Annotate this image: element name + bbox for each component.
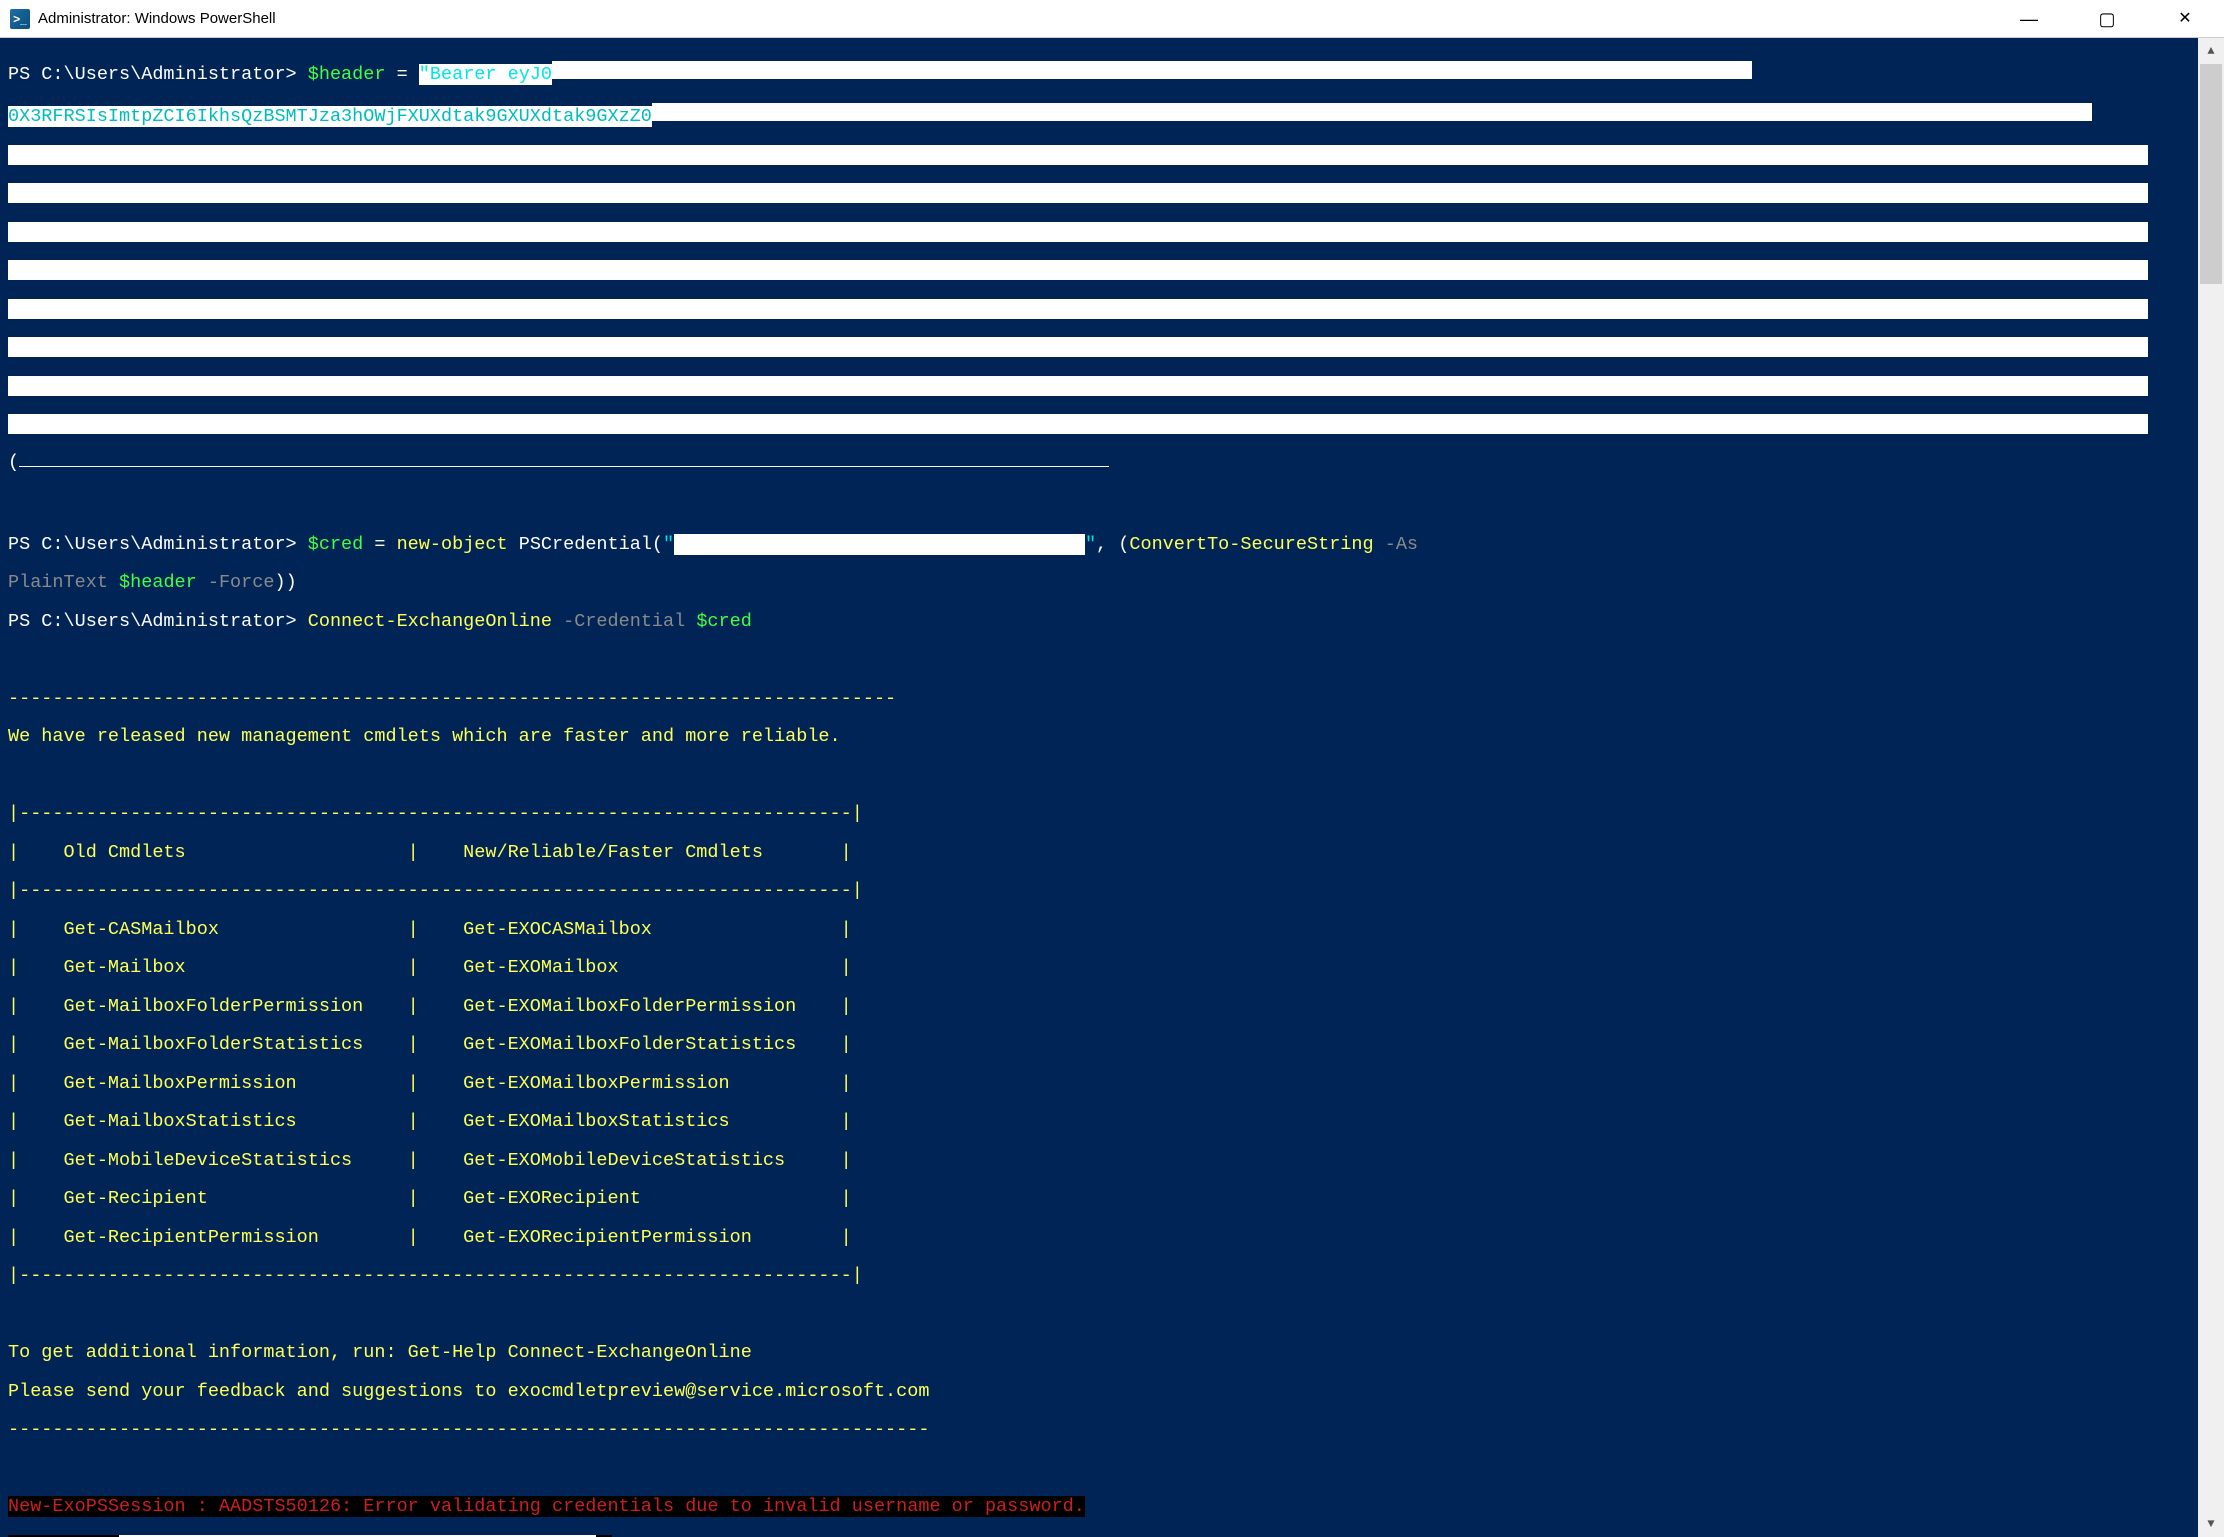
help-text: Please send your feedback and suggestion… bbox=[8, 1383, 2192, 1403]
window-titlebar: >_ Administrator: Windows PowerShell — ▢… bbox=[0, 0, 2224, 38]
variable-cred-ref: $cred bbox=[696, 611, 752, 632]
scroll-up-arrow[interactable]: ▲ bbox=[2198, 38, 2224, 64]
ps-prompt: PS C:\Users\Administrator> bbox=[8, 64, 308, 85]
terminal-output[interactable]: PS C:\Users\Administrator> $header = "Be… bbox=[0, 38, 2198, 1537]
error-line: New-ExoPSSession : AADSTS50126: Error va… bbox=[8, 1496, 1085, 1517]
table-row: | Get-CASMailbox | Get-EXOCASMailbox | bbox=[8, 921, 2192, 941]
minimize-button[interactable]: — bbox=[1990, 0, 2068, 38]
cmd-new-object: new-object bbox=[397, 534, 508, 555]
cmd-connect-exchangeonline: Connect-ExchangeOnline bbox=[308, 611, 552, 632]
ps-prompt: PS C:\Users\Administrator> bbox=[8, 611, 308, 632]
divider: ----------------------------------------… bbox=[8, 1421, 2192, 1441]
table-row: | Get-MobileDeviceStatistics | Get-EXOMo… bbox=[8, 1152, 2192, 1172]
help-text: To get additional information, run: Get-… bbox=[8, 1344, 2192, 1364]
window-title: Administrator: Windows PowerShell bbox=[38, 11, 276, 26]
banner-text: We have released new management cmdlets … bbox=[8, 728, 2192, 748]
ps-prompt: PS C:\Users\Administrator> bbox=[8, 534, 308, 555]
bearer-token-start: "Bearer eyJ0 bbox=[419, 64, 552, 85]
arg-credential: -Credential bbox=[552, 611, 696, 632]
vertical-scrollbar[interactable]: ▲ ▼ bbox=[2198, 38, 2224, 1537]
table-row: | Get-MailboxFolderPermission | Get-EXOM… bbox=[8, 998, 2192, 1018]
scroll-track[interactable] bbox=[2198, 64, 2224, 1511]
maximize-button[interactable]: ▢ bbox=[2068, 0, 2146, 38]
powershell-icon: >_ bbox=[10, 9, 30, 29]
table-row: | Get-Recipient | Get-EXORecipient | bbox=[8, 1190, 2192, 1210]
table-row: | Get-MailboxStatistics | Get-EXOMailbox… bbox=[8, 1113, 2192, 1133]
variable-header-ref: $header bbox=[119, 572, 197, 593]
divider: ----------------------------------------… bbox=[8, 690, 2192, 710]
close-button[interactable]: ✕ bbox=[2146, 0, 2224, 38]
table-border: |---------------------------------------… bbox=[8, 882, 2192, 902]
bearer-token-cont: 0X3RFRSIsImtpZCI6IkhsQzBSMTJza3hOWjFXUXd… bbox=[8, 106, 652, 127]
table-row: | Get-Mailbox | Get-EXOMailbox | bbox=[8, 959, 2192, 979]
scroll-thumb[interactable] bbox=[2200, 64, 2222, 284]
table-row: | Get-RecipientPermission | Get-EXORecip… bbox=[8, 1229, 2192, 1249]
redacted-username bbox=[674, 534, 1085, 555]
table-border: |---------------------------------------… bbox=[8, 1267, 2192, 1287]
table-border: |---------------------------------------… bbox=[8, 805, 2192, 825]
cmd-convertto-securestring: ConvertTo-SecureString bbox=[1129, 534, 1373, 555]
variable-header: $header bbox=[308, 64, 386, 85]
variable-cred: $cred bbox=[308, 534, 364, 555]
scroll-down-arrow[interactable]: ▼ bbox=[2198, 1511, 2224, 1537]
table-row: | Get-MailboxFolderStatistics | Get-EXOM… bbox=[8, 1036, 2192, 1056]
table-header: | Old Cmdlets | New/Reliable/Faster Cmdl… bbox=[8, 844, 2192, 864]
open-paren: ( bbox=[8, 452, 19, 473]
table-row: | Get-MailboxPermission | Get-EXOMailbox… bbox=[8, 1075, 2192, 1095]
